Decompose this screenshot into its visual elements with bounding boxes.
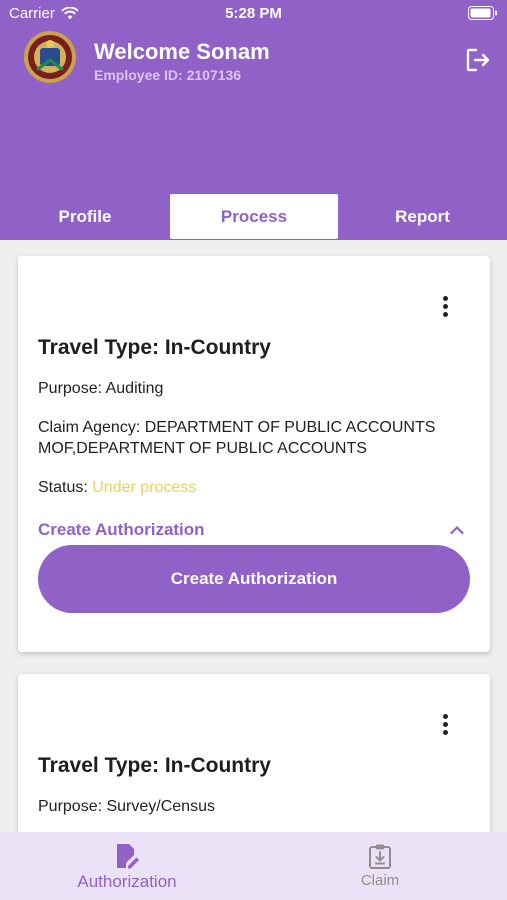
nav-claim[interactable]: Claim xyxy=(300,832,460,900)
nav-authorization[interactable]: Authorization xyxy=(27,832,227,900)
card-purpose: Purpose: Auditing xyxy=(38,380,164,397)
battery-icon xyxy=(468,6,497,20)
tab-process[interactable]: Process xyxy=(170,194,338,239)
logout-icon[interactable] xyxy=(465,47,491,73)
status-bar: Carrier 5:28 PM xyxy=(0,0,507,28)
status-label: Status: xyxy=(38,479,93,496)
chevron-up-icon[interactable] xyxy=(450,525,464,535)
edit-document-icon xyxy=(117,844,139,869)
nav-label-authorization: Authorization xyxy=(77,872,177,891)
nav-label-claim: Claim xyxy=(360,872,400,889)
status-value: Under process xyxy=(92,479,197,496)
clipboard-download-icon xyxy=(369,844,391,869)
card-status: Status: Under process xyxy=(38,477,196,498)
emblem-logo-icon xyxy=(24,31,76,83)
card-title: Travel Type: In-Country xyxy=(38,754,271,777)
app-header: Carrier 5:28 PM Welcome Sonam Employee I… xyxy=(0,0,507,240)
bottom-navigation: Authorization Claim xyxy=(0,832,507,900)
card-purpose: Purpose: Survey/Census xyxy=(38,798,215,815)
tab-profile[interactable]: Profile xyxy=(0,194,170,239)
welcome-title: Welcome Sonam xyxy=(94,39,270,64)
card-claim-agency-line1: Claim Agency: DEPARTMENT OF PUBLIC ACCOU… xyxy=(38,419,436,436)
card-title: Travel Type: In-Country xyxy=(38,336,271,359)
card-claim-agency-line2: MOF,DEPARTMENT OF PUBLIC ACCOUNTS xyxy=(38,440,367,457)
tab-bar: Profile Process Report xyxy=(0,194,507,240)
claims-list: Travel Type: In-Country Purpose: Auditin… xyxy=(0,240,507,832)
more-options-icon[interactable] xyxy=(442,296,448,318)
tab-report[interactable]: Report xyxy=(338,194,507,239)
status-time: 5:28 PM xyxy=(225,5,282,22)
more-options-icon[interactable] xyxy=(442,714,448,736)
create-authorization-toggle[interactable]: Create Authorization xyxy=(38,520,205,540)
employee-id: Employee ID: 2107136 xyxy=(94,67,242,83)
create-authorization-button[interactable]: Create Authorization xyxy=(38,545,470,613)
travel-card: Travel Type: In-Country Purpose: Survey/… xyxy=(18,674,490,832)
travel-card: Travel Type: In-Country Purpose: Auditin… xyxy=(18,256,490,652)
